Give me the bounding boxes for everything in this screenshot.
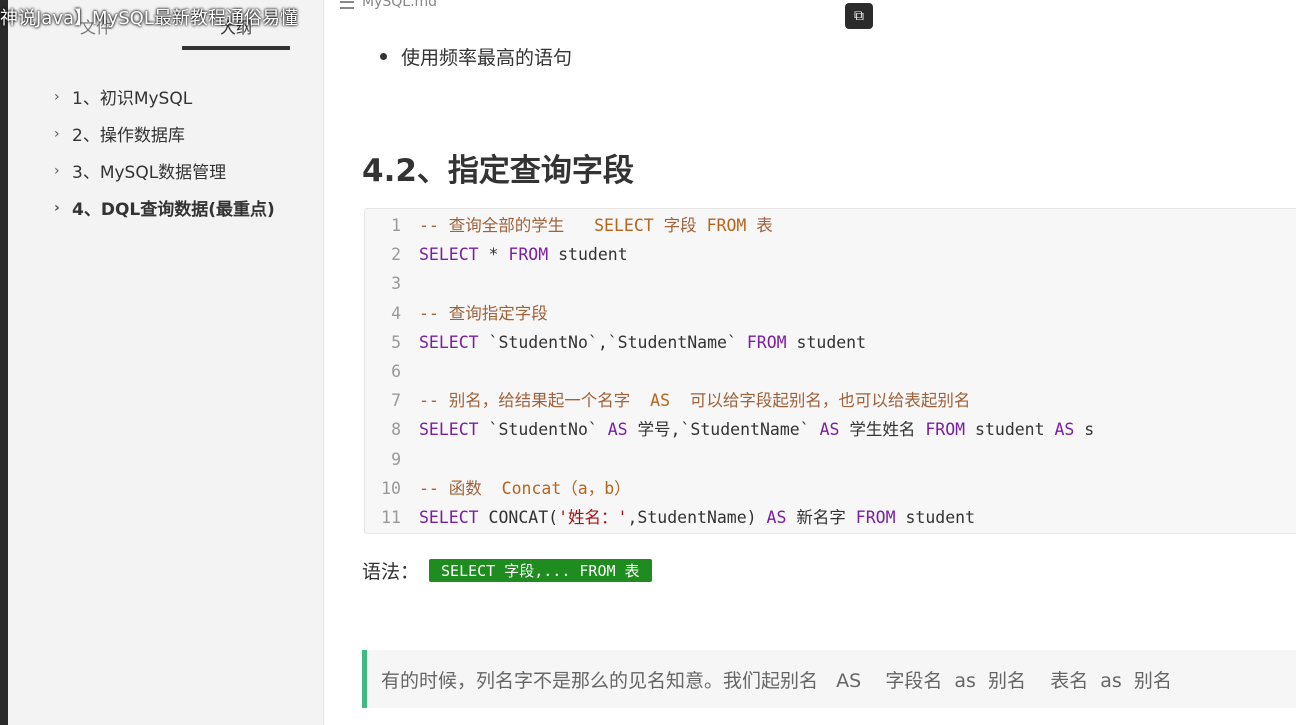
code-token: '姓名：' (558, 508, 628, 527)
window-edge (0, 0, 8, 725)
code-line: 8 SELECT `StudentNo` AS 学号,`StudentName` … (365, 415, 1094, 444)
code-line: 10 -- 函数 Concat（a，b） (365, 474, 631, 503)
chevron-right-icon[interactable]: › (54, 126, 72, 142)
code-token: AS (650, 391, 671, 411)
code-token: student (786, 332, 867, 352)
syntax-line: 语法： SELECT 字段,... FROM 表 (362, 557, 652, 584)
blockquote-text: 有的时候，列名字不是那么的见名知意。我们起别名 AS 字段名 as 别名 表名 … (381, 669, 1172, 692)
code-token: student (548, 245, 628, 265)
code-line: 2 SELECT * FROM student (365, 240, 628, 269)
code-token: ,StudentName) (627, 508, 767, 527)
code-line: 9 (365, 445, 419, 474)
code-token: 字段 (653, 216, 707, 235)
code-token: SELECT (419, 508, 479, 527)
code-token: 表 (746, 216, 773, 235)
code-line: 4 -- 查询指定字段 (365, 299, 548, 328)
code-token: FROM (925, 420, 966, 440)
code-token: -- 查询全部的学生 (419, 216, 595, 235)
code-token: `StudentNo` (478, 420, 608, 440)
code-token: AS (607, 420, 628, 440)
code-line: 11 SELECT CONCAT('姓名：',StudentName) AS 新名… (365, 503, 975, 532)
outline-list: › 1、初识MySQL › 2、操作数据库 › 3、MySQL数据管理 › 4、… (8, 78, 323, 226)
outline-item-label: 1、初识MySQL (72, 89, 193, 109)
outline-item-1[interactable]: › 1、初识MySQL (8, 78, 323, 115)
line-number: 3 (391, 274, 401, 294)
outline-item-3[interactable]: › 3、MySQL数据管理 (8, 152, 323, 189)
code-token: SELECT (419, 245, 479, 265)
line-number: 9 (391, 449, 401, 469)
sidebar: 文件 大纲 › 1、初识MySQL › 2、操作数据库 › 3、MySQL数据管… (8, 0, 324, 725)
code-token: AS (1054, 420, 1075, 440)
code-token: AS (819, 420, 840, 440)
code-token: * (478, 245, 509, 265)
code-line: 3 (365, 269, 419, 298)
inline-code: SELECT 字段,... FROM 表 (429, 559, 652, 582)
list-item: 使用频率最高的语句 (380, 43, 572, 70)
code-token: FROM (855, 508, 896, 527)
code-line: 6 (365, 357, 419, 386)
code-token: student (965, 420, 1055, 440)
outline-item-label: 3、MySQL数据管理 (72, 163, 227, 183)
outline-item-4[interactable]: › 4、DQL查询数据(最重点) (8, 189, 323, 226)
video-title: 神说Java】MySQL最新教程通俗易懂 (0, 8, 298, 29)
code-token: FROM (508, 245, 549, 265)
code-token: FROM (706, 216, 747, 235)
line-number: 7 (391, 391, 401, 411)
code-token: 可以给字段起别名，也可以给表起别名 (670, 391, 971, 411)
syntax-label: 语法： (362, 561, 420, 583)
code-token: AS (766, 508, 787, 527)
code-token: FROM (746, 332, 787, 352)
code-line: 7 -- 别名，给结果起一个名字 AS 可以给字段起别名，也可以给表起别名 (365, 386, 970, 415)
section-heading: 4.2、指定查询字段 (362, 153, 634, 189)
code-block[interactable]: 1 -- 查询全部的学生 SELECT 字段 FROM 表 2 SELECT * FR… (364, 208, 1296, 534)
line-number: 10 (381, 478, 401, 498)
chevron-right-icon[interactable]: › (54, 163, 72, 179)
code-token: `StudentNo`,`StudentName` (478, 332, 747, 352)
blockquote: 有的时候，列名字不是那么的见名知意。我们起别名 AS 字段名 as 别名 表名 … (362, 650, 1296, 708)
bullet-icon (380, 53, 387, 60)
code-token: -- 函数 (419, 478, 502, 498)
outline-item-2[interactable]: › 2、操作数据库 (8, 115, 323, 152)
code-token: s (1074, 420, 1095, 440)
code-token: student (895, 508, 976, 527)
code-token: -- 查询指定字段 (419, 303, 548, 323)
editor-main: 使用频率最高的语句 4.2、指定查询字段 1 -- 查询全部的学生 SELECT … (324, 0, 1296, 725)
code-line: 1 -- 查询全部的学生 SELECT 字段 FROM 表 (365, 211, 773, 240)
line-number: 5 (391, 332, 401, 352)
code-token: SELECT (594, 216, 654, 235)
code-token: SELECT (419, 420, 479, 440)
chevron-right-icon[interactable]: › (54, 89, 72, 105)
line-number: 2 (391, 245, 401, 265)
code-token: -- 别名，给结果起一个名字 (419, 391, 651, 411)
list-item-text: 使用频率最高的语句 (401, 47, 573, 69)
line-number: 4 (391, 303, 401, 323)
chevron-right-icon[interactable]: › (54, 200, 72, 216)
active-tab-indicator (182, 46, 290, 50)
code-token: 学号,`StudentName` (627, 420, 820, 440)
code-token: 学生姓名 (839, 420, 926, 440)
line-number: 8 (391, 420, 401, 440)
code-token: Concat（a，b） (501, 478, 631, 498)
outline-item-label: 2、操作数据库 (72, 126, 185, 146)
code-token: SELECT (419, 332, 479, 352)
code-line: 5 SELECT `StudentNo`,`StudentName` FROM s… (365, 328, 866, 357)
line-number: 1 (391, 216, 401, 235)
code-token: CONCAT( (478, 508, 559, 527)
code-token: 新名字 (786, 508, 856, 527)
line-number: 11 (381, 508, 401, 527)
outline-item-label: 4、DQL查询数据(最重点) (72, 200, 275, 220)
line-number: 6 (391, 362, 401, 381)
